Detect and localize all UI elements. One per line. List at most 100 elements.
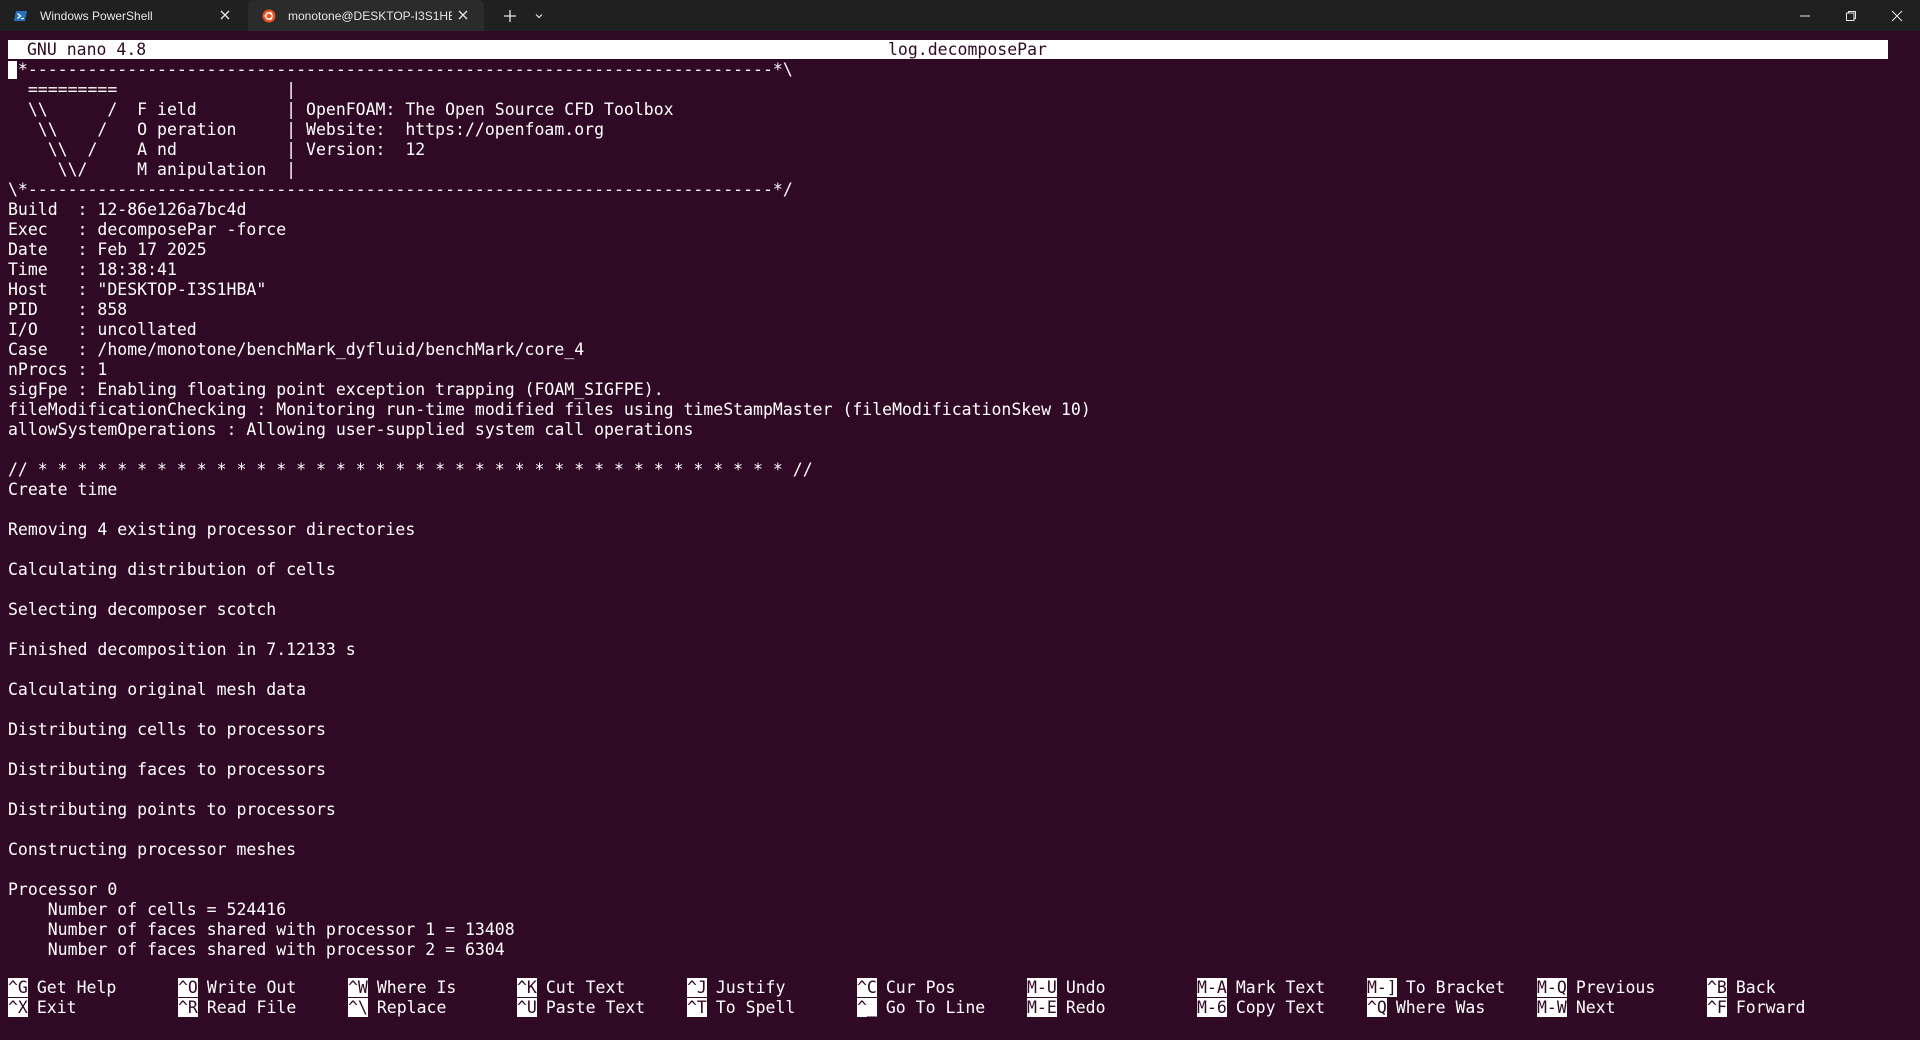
- shortcut-key: ^Q: [1367, 998, 1387, 1017]
- shortcut-label: Get Help: [36, 978, 117, 997]
- shortcut-label: Redo: [1065, 998, 1106, 1017]
- tab-ubuntu[interactable]: monotone@DESKTOP-I3S1HBA: [248, 0, 484, 31]
- shortcut-item[interactable]: M-] To Bracket: [1367, 978, 1505, 998]
- shortcut-key: ^K: [517, 978, 537, 997]
- log-line: Finished decomposition in 7.12133 s: [8, 640, 356, 659]
- shortcut-item[interactable]: M-E Redo: [1027, 998, 1106, 1018]
- close-icon[interactable]: [456, 8, 470, 22]
- close-icon[interactable]: [218, 8, 232, 22]
- shortcut-key: ^J: [687, 978, 707, 997]
- shortcut-key: ^G: [8, 978, 28, 997]
- shortcut-item[interactable]: ^F Forward: [1707, 998, 1805, 1018]
- nano-version: GNU nano 4.8: [27, 40, 147, 59]
- shortcut-label: Read File: [206, 998, 297, 1017]
- nano-title-bar: GNU nano 4.8 log.decomposePar: [8, 40, 1888, 59]
- shortcut-item[interactable]: ^\ Replace: [348, 998, 446, 1018]
- powershell-icon: [14, 9, 28, 23]
- log-line: Number of cells = 524416: [8, 900, 287, 919]
- close-window-icon[interactable]: [1874, 0, 1920, 31]
- shortcut-item[interactable]: ^R Read File: [178, 998, 296, 1018]
- log-line: I/O : uncollated: [8, 320, 197, 339]
- shortcut-key: M-]: [1367, 978, 1397, 997]
- shortcut-item[interactable]: ^K Cut Text: [517, 978, 625, 998]
- shortcut-label: Replace: [376, 998, 447, 1017]
- shortcut-key: ^\: [348, 998, 368, 1017]
- shortcut-label: To Spell: [715, 998, 796, 1017]
- shortcut-item[interactable]: ^J Justify: [687, 978, 785, 998]
- log-line: Case : /home/monotone/benchMark_dyfluid/…: [8, 340, 585, 359]
- shortcut-label: Back: [1735, 978, 1776, 997]
- shortcut-item[interactable]: ^U Paste Text: [517, 998, 645, 1018]
- shortcut-label: Paste Text: [545, 998, 646, 1017]
- shortcut-label: Cur Pos: [885, 978, 956, 997]
- tab-title: Windows PowerShell: [40, 8, 153, 23]
- log-line: sigFpe : Enabling floating point excepti…: [8, 380, 664, 399]
- log-line: allowSystemOperations : Allowing user-su…: [8, 420, 694, 439]
- shortcut-key: ^B: [1707, 978, 1727, 997]
- terminal-area[interactable]: GNU nano 4.8 log.decomposePar /*--------…: [0, 31, 1920, 1040]
- log-line: Calculating original mesh data: [8, 680, 307, 699]
- shortcut-key: M-E: [1027, 998, 1057, 1017]
- ubuntu-icon: [262, 9, 276, 23]
- shortcut-item[interactable]: M-A Mark Text: [1197, 978, 1325, 998]
- log-content[interactable]: /*--------------------------------------…: [8, 60, 1091, 960]
- shortcut-key: M-A: [1197, 978, 1227, 997]
- log-line: Distributing cells to processors: [8, 720, 326, 739]
- shortcut-item[interactable]: ^T To Spell: [687, 998, 795, 1018]
- log-line: Host : "DESKTOP-I3S1HBA": [8, 280, 267, 299]
- shortcut-label: Where Is: [376, 978, 457, 997]
- tab-bar: Windows PowerShell monotone@DESKTOP-I3S1…: [0, 0, 1920, 31]
- shortcut-key: ^U: [517, 998, 537, 1017]
- shortcut-label: Next: [1575, 998, 1616, 1017]
- log-line: Removing 4 existing processor directorie…: [8, 520, 416, 539]
- nano-filename: log.decomposePar: [888, 40, 1047, 59]
- nano-shortcut-bar: ^G Get Help ^X Exit ^O Write Out ^R Read File ^W…: [8, 978, 1898, 1018]
- shortcut-item[interactable]: ^Q Where Was: [1367, 998, 1485, 1018]
- shortcut-item[interactable]: ^O Write Out: [178, 978, 296, 998]
- shortcut-key: ^C: [857, 978, 877, 997]
- log-line: Selecting decomposer scotch: [8, 600, 277, 619]
- log-line: Constructing processor meshes: [8, 840, 297, 859]
- shortcut-label: Previous: [1575, 978, 1656, 997]
- shortcut-label: Where Was: [1395, 998, 1486, 1017]
- shortcut-item[interactable]: M-U Undo: [1027, 978, 1106, 998]
- shortcut-item[interactable]: ^G Get Help: [8, 978, 116, 998]
- minimize-icon[interactable]: [1782, 0, 1828, 31]
- log-line: /*--------------------------------------…: [8, 60, 793, 79]
- log-line: Exec : decomposePar -force: [8, 220, 287, 239]
- tab-windows-powershell[interactable]: Windows PowerShell: [0, 0, 246, 31]
- shortcut-item[interactable]: M-W Next: [1537, 998, 1616, 1018]
- shortcut-item[interactable]: ^C Cur Pos: [857, 978, 955, 998]
- chevron-down-icon[interactable]: [528, 5, 550, 27]
- log-line: PID : 858: [8, 300, 128, 319]
- log-line: \\ / A nd | Version: 12: [8, 140, 426, 159]
- shortcut-item[interactable]: M-6 Copy Text: [1197, 998, 1325, 1018]
- restore-icon[interactable]: [1828, 0, 1874, 31]
- log-line: Calculating distribution of cells: [8, 560, 336, 579]
- log-line: nProcs : 1: [8, 360, 108, 379]
- shortcut-item[interactable]: M-Q Previous: [1537, 978, 1655, 998]
- shortcut-key: M-U: [1027, 978, 1057, 997]
- new-tab-plus-icon[interactable]: [499, 5, 521, 27]
- log-line: \\ / F ield | OpenFOAM: The Open Source …: [8, 100, 674, 119]
- log-line: Build : 12-86e126a7bc4d: [8, 200, 247, 219]
- shortcut-item[interactable]: ^W Where Is: [348, 978, 456, 998]
- shortcut-key: ^T: [687, 998, 707, 1017]
- shortcut-label: To Bracket: [1405, 978, 1506, 997]
- log-line: Time : 18:38:41: [8, 260, 177, 279]
- shortcut-item[interactable]: ^_ Go To Line: [857, 998, 985, 1018]
- shortcut-label: Justify: [715, 978, 786, 997]
- shortcut-item[interactable]: ^X Exit: [8, 998, 77, 1018]
- shortcut-label: Forward: [1735, 998, 1806, 1017]
- shortcut-item[interactable]: ^B Back: [1707, 978, 1776, 998]
